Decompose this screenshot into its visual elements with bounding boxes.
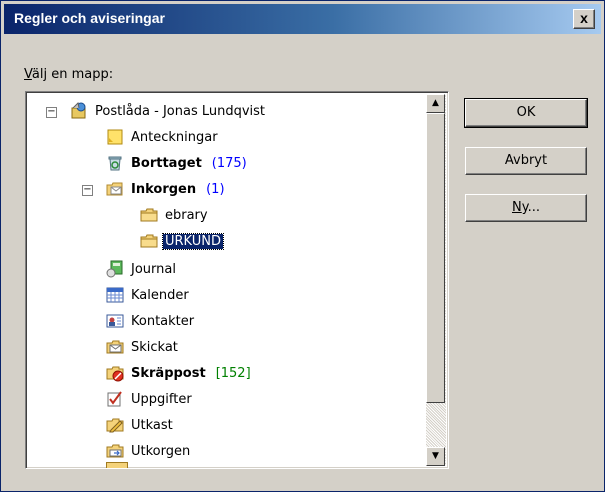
new-button-label: y... [521,200,540,215]
scroll-down-icon[interactable]: ▼ [426,447,445,466]
tree-item-inkorgen[interactable]: Inkorgen (1) [106,178,225,200]
tree-item-label: Postlåda - Jonas Lundqvist [95,103,266,119]
close-button[interactable]: x [573,9,595,29]
tree-item-skickat[interactable]: Skickat [106,336,180,358]
collapse-mailbox-icon[interactable]: − [46,107,57,118]
tree-item-label: Inkorgen [131,181,197,197]
ok-button[interactable]: OK [464,98,588,128]
tree-item-ebrary[interactable]: ebrary [140,204,210,226]
folder-label: Välj en mapp: [24,67,113,82]
tree-item-kalender[interactable]: Kalender [106,284,191,306]
tree-item-label: Kalender [131,287,189,303]
folder-label-text: älj en mapp: [31,67,114,82]
tasks-icon [106,390,124,408]
tree-item-urkund[interactable]: URKUND [140,230,224,252]
tree-item-label: Utkast [131,417,173,433]
notes-icon [106,128,124,146]
sent-icon [106,338,124,356]
folder-icon [140,232,158,250]
tree-scrollbar[interactable]: ▲ ▼ [426,94,446,466]
cancel-button[interactable]: Avbryt [465,147,587,175]
junk-icon [106,364,124,382]
tree-item-label: Borttaget [131,155,202,171]
journal-icon [106,260,124,278]
folder-label-mnemonic: V [24,67,32,82]
unread-count: (175) [211,155,247,171]
new-button-mnemonic: N [512,200,522,215]
tree-item-borttaget[interactable]: Borttaget (175) [106,152,247,174]
tree-item-label: ebrary [165,207,208,223]
trash-icon [106,154,124,172]
tree-item-label: Kontakter [131,313,195,329]
tree-item-label: URKUND [162,232,224,250]
item-count: [152] [215,365,251,381]
tree-item-mailbox[interactable]: Postlåda - Jonas Lundqvist [70,100,267,122]
unread-count: (1) [206,181,225,197]
mailbox-icon [70,101,88,120]
calendar-icon [106,286,124,304]
partial-folder-icon [106,462,128,468]
tree-item-label: Utkorgen [131,443,191,459]
tree-item-utkorgen[interactable]: Utkorgen [106,440,192,462]
rules-dialog: Regler och aviseringar x Välj en mapp: −… [0,0,605,492]
scroll-up-icon[interactable]: ▲ [426,94,445,113]
tree-item-skrappost[interactable]: Skräppost [152] [106,362,251,384]
outbox-icon [106,442,124,460]
tree-item-label: Journal [131,261,176,277]
tree-item-label: Anteckningar [131,129,218,145]
tree-item-label: Uppgifter [131,391,192,407]
contacts-icon [106,312,124,330]
tree-item-label: Skräppost [131,365,206,381]
tree-item-kontakter[interactable]: Kontakter [106,310,196,332]
tree-item-label: Skickat [131,339,178,355]
title-bar[interactable]: Regler och aviseringar x [4,4,601,34]
inbox-icon [106,180,124,198]
collapse-inbox-icon[interactable]: − [82,185,93,196]
tree-item-utkast[interactable]: Utkast [106,414,175,436]
scroll-thumb[interactable] [426,113,445,403]
close-icon: x [580,10,588,26]
drafts-icon [106,416,124,434]
folder-icon [140,206,158,224]
dialog-title: Regler och aviseringar [14,10,165,26]
new-folder-button[interactable]: Ny... [465,194,587,222]
tree-item-anteckningar[interactable]: Anteckningar [106,126,220,148]
folder-tree[interactable]: − Postlåda - Jonas Lundqvist Anteckninga… [25,91,449,469]
tree-item-uppgifter[interactable]: Uppgifter [106,388,194,410]
tree-item-journal[interactable]: Journal [106,258,178,280]
